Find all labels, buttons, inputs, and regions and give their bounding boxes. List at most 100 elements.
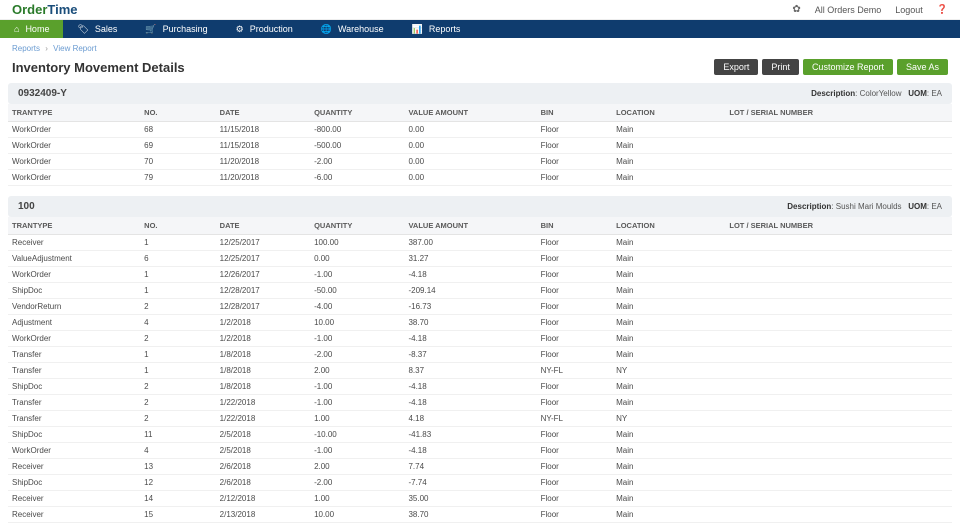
cell-quantity: -800.00 (310, 122, 404, 138)
table-row[interactable]: Transfer11/8/20182.008.37NY-FLNY (8, 363, 952, 379)
cell-quantity: -2.00 (310, 347, 404, 363)
topbar-right: ✿ All Orders Demo Logout ❓ (792, 4, 948, 15)
gear-icon[interactable]: ✿ (792, 4, 800, 15)
group-header[interactable]: 100 Description: Sushi Mari Moulds UOM: E… (8, 196, 952, 217)
cell-bin: Floor (537, 154, 613, 170)
group-header[interactable]: 0932409-YDescription: ColorYellow UOM: E… (8, 83, 952, 104)
table-row[interactable]: VendorReturn212/28/2017-4.00-16.73FloorM… (8, 299, 952, 315)
cell-no: 70 (140, 154, 216, 170)
col-no[interactable]: NO. (140, 104, 216, 122)
cell-trantype: Receiver (8, 491, 140, 507)
cell-lot (725, 299, 952, 315)
cell-value-amount: 38.70 (404, 507, 536, 523)
home-icon: ⌂ (14, 24, 19, 34)
table-row[interactable]: ShipDoc122/6/2018-2.00-7.74FloorMain (8, 475, 952, 491)
col-value-amount[interactable]: VALUE AMOUNT (404, 104, 536, 122)
col-lot-serial[interactable]: LOT / SERIAL NUMBER (725, 104, 952, 122)
col-location[interactable]: LOCATION (612, 104, 725, 122)
cell-no: 1 (140, 235, 216, 251)
cell-value-amount: -41.83 (404, 427, 536, 443)
help-icon[interactable]: ❓ (937, 4, 948, 15)
nav-sales[interactable]: 🏷 Sales (63, 20, 131, 38)
cell-quantity: 0.00 (310, 251, 404, 267)
col-location[interactable]: LOCATION (612, 217, 725, 235)
table-row[interactable]: WorkOrder21/2/2018-1.00-4.18FloorMain (8, 331, 952, 347)
cell-no: 68 (140, 122, 216, 138)
cell-date: 2/5/2018 (216, 443, 310, 459)
cell-bin: Floor (537, 443, 613, 459)
col-bin[interactable]: BIN (537, 104, 613, 122)
topbar: OrderTime ✿ All Orders Demo Logout ❓ (0, 0, 960, 20)
logout-link[interactable]: Logout (895, 5, 923, 15)
cell-bin: Floor (537, 347, 613, 363)
cell-lot (725, 283, 952, 299)
cell-location: Main (612, 315, 725, 331)
save-as-button[interactable]: Save As (897, 59, 948, 75)
cell-date: 2/6/2018 (216, 475, 310, 491)
col-bin[interactable]: BIN (537, 217, 613, 235)
col-trantype[interactable]: TRANTYPE (8, 217, 140, 235)
cell-quantity: -6.00 (310, 170, 404, 186)
table-row[interactable]: WorkOrder7011/20/2018-2.000.00FloorMain (8, 154, 952, 170)
table-row[interactable]: Transfer11/8/2018-2.00-8.37FloorMain (8, 347, 952, 363)
nav-purchasing[interactable]: 🛒 Purchasing (131, 20, 221, 38)
table-row[interactable]: Transfer21/22/2018-1.00-4.18FloorMain (8, 395, 952, 411)
nav-warehouse[interactable]: 🌐 Warehouse (307, 20, 398, 38)
table-row[interactable]: Receiver112/25/2017100.00387.00FloorMain (8, 235, 952, 251)
table-row[interactable]: Transfer21/22/20181.004.18NY-FLNY (8, 411, 952, 427)
all-orders-demo-link[interactable]: All Orders Demo (815, 5, 882, 15)
cell-location: NY (612, 411, 725, 427)
table-row[interactable]: WorkOrder6811/15/2018-800.000.00FloorMai… (8, 122, 952, 138)
col-no[interactable]: NO. (140, 217, 216, 235)
cell-location: Main (612, 507, 725, 523)
cell-value-amount: 38.70 (404, 315, 536, 331)
export-button[interactable]: Export (714, 59, 758, 75)
nav-home[interactable]: ⌂ Home (0, 20, 63, 38)
table-row[interactable]: Adjustment41/2/201810.0038.70FloorMain (8, 315, 952, 331)
table-row[interactable]: Receiver152/13/201810.0038.70FloorMain (8, 507, 952, 523)
col-date[interactable]: DATE (216, 217, 310, 235)
nav-production[interactable]: ⚙ Production (222, 20, 307, 38)
table-row[interactable]: ValueAdjustment612/25/20170.0031.27Floor… (8, 251, 952, 267)
table-row[interactable]: Receiver132/6/20182.007.74FloorMain (8, 459, 952, 475)
col-quantity[interactable]: QUANTITY (310, 217, 404, 235)
cell-value-amount: -4.18 (404, 267, 536, 283)
tag-icon: 🏷 (77, 24, 88, 35)
cell-no: 1 (140, 363, 216, 379)
report-body: 0932409-YDescription: ColorYellow UOM: E… (0, 83, 960, 523)
cell-trantype: WorkOrder (8, 122, 140, 138)
cell-lot (725, 459, 952, 475)
group-meta: Description: Sushi Mari Moulds UOM: EA (787, 202, 942, 211)
group-id: 100 (18, 201, 35, 212)
table-row[interactable]: ShipDoc112/28/2017-50.00-209.14FloorMain (8, 283, 952, 299)
nav-reports[interactable]: 📊 Reports (398, 20, 475, 38)
breadcrumb-root[interactable]: Reports (12, 44, 40, 53)
cell-lot (725, 491, 952, 507)
cell-quantity: 1.00 (310, 491, 404, 507)
col-trantype[interactable]: TRANTYPE (8, 104, 140, 122)
logo[interactable]: OrderTime (12, 2, 78, 17)
print-button[interactable]: Print (762, 59, 799, 75)
table-row[interactable]: WorkOrder7911/20/2018-6.000.00FloorMain (8, 170, 952, 186)
table-row[interactable]: ShipDoc112/5/2018-10.00-41.83FloorMain (8, 427, 952, 443)
cell-date: 2/12/2018 (216, 491, 310, 507)
col-quantity[interactable]: QUANTITY (310, 104, 404, 122)
table-row[interactable]: WorkOrder42/5/2018-1.00-4.18FloorMain (8, 443, 952, 459)
chart-icon: 📊 (412, 24, 423, 35)
col-lot-serial[interactable]: LOT / SERIAL NUMBER (725, 217, 952, 235)
cell-bin: Floor (537, 299, 613, 315)
cell-bin: Floor (537, 491, 613, 507)
cell-value-amount: 35.00 (404, 491, 536, 507)
table-row[interactable]: WorkOrder6911/15/2018-500.000.00FloorMai… (8, 138, 952, 154)
col-value-amount[interactable]: VALUE AMOUNT (404, 217, 536, 235)
table-row[interactable]: Receiver142/12/20181.0035.00FloorMain (8, 491, 952, 507)
table-row[interactable]: ShipDoc21/8/2018-1.00-4.18FloorMain (8, 379, 952, 395)
cell-location: Main (612, 331, 725, 347)
cell-lot (725, 138, 952, 154)
group-table: TRANTYPENO.DATEQUANTITYVALUE AMOUNTBINLO… (8, 217, 952, 523)
customize-report-button[interactable]: Customize Report (803, 59, 893, 75)
cell-trantype: Transfer (8, 363, 140, 379)
cell-date: 12/25/2017 (216, 251, 310, 267)
col-date[interactable]: DATE (216, 104, 310, 122)
table-row[interactable]: WorkOrder112/26/2017-1.00-4.18FloorMain (8, 267, 952, 283)
